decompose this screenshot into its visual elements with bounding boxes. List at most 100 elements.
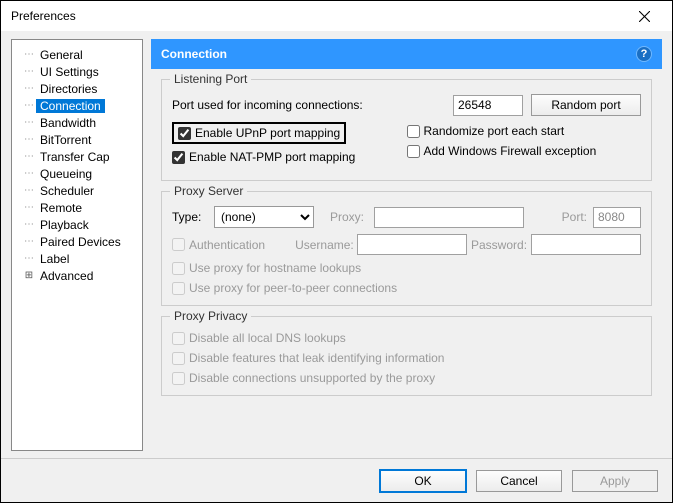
tree-bullet-icon: ⋯ xyxy=(22,185,36,196)
p2p-proxy-input xyxy=(172,282,185,295)
apply-button: Apply xyxy=(572,470,658,492)
port-label: Port used for incoming connections: xyxy=(172,98,363,112)
tree-bullet-icon: ⋯ xyxy=(22,117,36,128)
tree-item-general[interactable]: ⋯General xyxy=(12,46,142,63)
leak-checkbox: Disable features that leak identifying i… xyxy=(172,351,444,365)
help-icon[interactable]: ? xyxy=(636,46,652,62)
tree-bullet-icon: ⋯ xyxy=(22,253,36,264)
proxy-port-label: Port: xyxy=(562,210,587,224)
panel-body: Listening Port Port used for incoming co… xyxy=(151,69,662,451)
auth-label: Authentication xyxy=(189,238,265,252)
unsupported-checkbox-input xyxy=(172,372,185,385)
unsupported-checkbox: Disable connections unsupported by the p… xyxy=(172,371,435,385)
tree-item-label: UI Settings xyxy=(36,65,103,79)
tree-item-directories[interactable]: ⋯Directories xyxy=(12,80,142,97)
panel-title: Connection xyxy=(161,47,227,61)
dialog-body: ⋯General⋯UI Settings⋯Directories⋯Connect… xyxy=(1,31,672,451)
settings-panel: Connection ? Listening Port Port used fo… xyxy=(151,39,662,451)
tree-item-scheduler[interactable]: ⋯Scheduler xyxy=(12,182,142,199)
upnp-checkbox[interactable]: Enable UPnP port mapping xyxy=(178,126,340,140)
randomize-checkbox[interactable]: Randomize port each start xyxy=(407,124,565,138)
upnp-highlight: Enable UPnP port mapping xyxy=(172,122,346,144)
tree-item-queueing[interactable]: ⋯Queueing xyxy=(12,165,142,182)
titlebar: Preferences xyxy=(1,1,672,31)
tree-item-label: Label xyxy=(36,252,73,266)
tree-bullet-icon: ⋯ xyxy=(22,151,36,162)
port-input[interactable] xyxy=(453,95,523,116)
proxy-type-select[interactable]: (none) xyxy=(214,206,314,228)
tree-item-label: Queueing xyxy=(36,167,96,181)
cancel-button[interactable]: Cancel xyxy=(476,470,562,492)
leak-checkbox-input xyxy=(172,352,185,365)
listening-port-legend: Listening Port xyxy=(170,72,251,86)
firewall-checkbox-input[interactable] xyxy=(407,145,420,158)
natpmp-label: Enable NAT-PMP port mapping xyxy=(189,150,355,164)
auth-checkbox: Authentication xyxy=(172,238,265,252)
hostname-lookup-checkbox: Use proxy for hostname lookups xyxy=(172,261,361,275)
tree-item-bittorrent[interactable]: ⋯BitTorrent xyxy=(12,131,142,148)
tree-item-label: Scheduler xyxy=(36,184,98,198)
auth-checkbox-input xyxy=(172,238,185,251)
tree-item-label[interactable]: ⋯Label xyxy=(12,250,142,267)
category-tree[interactable]: ⋯General⋯UI Settings⋯Directories⋯Connect… xyxy=(11,39,143,451)
username-label: Username: xyxy=(295,238,357,252)
tree-bullet-icon: ⋯ xyxy=(22,66,36,77)
ok-button[interactable]: OK xyxy=(380,470,466,492)
tree-bullet-icon: ⋯ xyxy=(22,134,36,145)
tree-item-transfer-cap[interactable]: ⋯Transfer Cap xyxy=(12,148,142,165)
tree-item-label: General xyxy=(36,48,87,62)
proxy-privacy-legend: Proxy Privacy xyxy=(170,309,251,323)
natpmp-checkbox[interactable]: Enable NAT-PMP port mapping xyxy=(172,150,355,164)
tree-item-label: Connection xyxy=(36,99,105,113)
proxy-server-group: Proxy Server Type: (none) Proxy: Port: xyxy=(161,191,652,306)
tree-bullet-icon: ⋯ xyxy=(22,202,36,213)
expand-icon[interactable]: ⊞ xyxy=(22,270,36,281)
firewall-label: Add Windows Firewall exception xyxy=(424,144,597,158)
preferences-window: Preferences ⋯General⋯UI Settings⋯Directo… xyxy=(0,0,673,503)
tree-item-paired-devices[interactable]: ⋯Paired Devices xyxy=(12,233,142,250)
random-port-button[interactable]: Random port xyxy=(531,94,641,116)
firewall-checkbox[interactable]: Add Windows Firewall exception xyxy=(407,144,597,158)
tree-item-advanced[interactable]: ⊞Advanced xyxy=(12,267,142,284)
randomize-label: Randomize port each start xyxy=(424,124,565,138)
tree-bullet-icon: ⋯ xyxy=(22,83,36,94)
proxy-host-input xyxy=(374,207,524,228)
upnp-label: Enable UPnP port mapping xyxy=(195,126,340,140)
tree-item-label: Bandwidth xyxy=(36,116,100,130)
proxy-server-legend: Proxy Server xyxy=(170,184,247,198)
tree-item-remote[interactable]: ⋯Remote xyxy=(12,199,142,216)
listening-port-group: Listening Port Port used for incoming co… xyxy=(161,79,652,181)
password-label: Password: xyxy=(471,238,531,252)
unsupported-label: Disable connections unsupported by the p… xyxy=(189,371,435,385)
password-input xyxy=(531,234,641,255)
close-button[interactable] xyxy=(622,2,666,30)
tree-bullet-icon: ⋯ xyxy=(22,219,36,230)
natpmp-checkbox-input[interactable] xyxy=(172,151,185,164)
tree-item-ui-settings[interactable]: ⋯UI Settings xyxy=(12,63,142,80)
tree-bullet-icon: ⋯ xyxy=(22,168,36,179)
tree-item-connection[interactable]: ⋯Connection xyxy=(12,97,142,114)
dns-label: Disable all local DNS lookups xyxy=(189,331,346,345)
hostname-lookup-input xyxy=(172,262,185,275)
proxy-host-label: Proxy: xyxy=(330,210,374,224)
tree-bullet-icon: ⋯ xyxy=(22,49,36,60)
p2p-proxy-checkbox: Use proxy for peer-to-peer connections xyxy=(172,281,397,295)
dialog-footer: OK Cancel Apply xyxy=(1,458,672,502)
tree-item-playback[interactable]: ⋯Playback xyxy=(12,216,142,233)
window-title: Preferences xyxy=(11,9,622,23)
tree-item-label: Remote xyxy=(36,201,86,215)
tree-item-label: Directories xyxy=(36,82,101,96)
upnp-checkbox-input[interactable] xyxy=(178,127,191,140)
tree-item-label: Advanced xyxy=(36,269,97,283)
dns-checkbox-input xyxy=(172,332,185,345)
proxy-port-input xyxy=(593,207,641,228)
tree-bullet-icon: ⋯ xyxy=(22,100,36,111)
dns-checkbox: Disable all local DNS lookups xyxy=(172,331,346,345)
tree-item-label: BitTorrent xyxy=(36,133,95,147)
randomize-checkbox-input[interactable] xyxy=(407,125,420,138)
hostname-lookup-label: Use proxy for hostname lookups xyxy=(189,261,361,275)
tree-item-bandwidth[interactable]: ⋯Bandwidth xyxy=(12,114,142,131)
proxy-type-label: Type: xyxy=(172,210,214,224)
panel-header: Connection ? xyxy=(151,39,662,69)
username-input xyxy=(357,234,467,255)
